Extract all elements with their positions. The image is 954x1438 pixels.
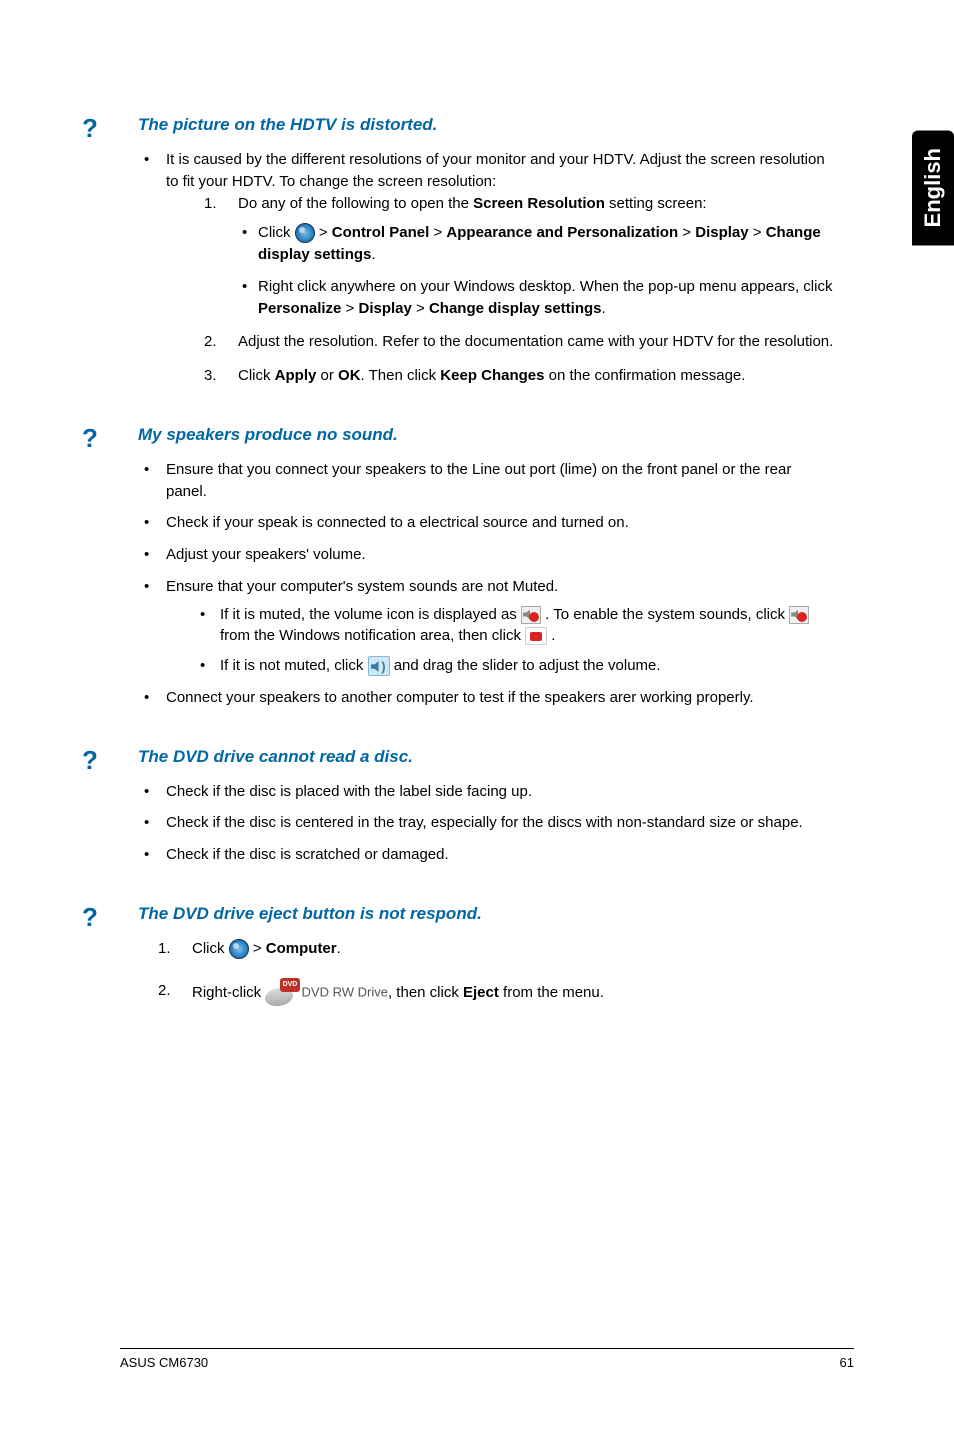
volume-icon — [368, 656, 390, 676]
text: > — [249, 940, 266, 957]
bold-text: Display — [358, 300, 411, 317]
bold-text: Personalize — [258, 300, 341, 317]
bold-text: Screen Resolution — [473, 195, 605, 212]
faq-heading: The picture on the HDTV is distorted. — [138, 115, 834, 135]
step-right-click-eject: Right-click DVD RW Drive, then click Eje… — [192, 980, 834, 1006]
sub-if-not-muted: If it is not muted, click and drag the s… — [220, 655, 834, 677]
dvd-drive-label: DVD RW Drive — [302, 984, 388, 999]
text: from the Windows notification area, then… — [220, 627, 525, 644]
text: > — [678, 224, 695, 241]
bold-text: Display — [695, 224, 748, 241]
text: or — [316, 367, 338, 384]
bold-text: Keep Changes — [440, 367, 544, 384]
bold-text: OK — [338, 367, 361, 384]
option-right-click-desktop: Right click anywhere on your Windows des… — [258, 276, 834, 320]
step-adjust-resolution: Adjust the resolution. Refer to the docu… — [238, 331, 834, 353]
bullet-label-up: Check if the disc is placed with the lab… — [166, 781, 834, 803]
text: Click — [192, 940, 229, 957]
bold-text: Control Panel — [332, 224, 430, 241]
faq-dvd-cannot-read: ? The DVD drive cannot read a disc. Chec… — [120, 747, 834, 866]
intro-text: It is caused by the different resolution… — [166, 151, 825, 190]
question-mark-icon: ? — [82, 113, 98, 144]
text: and drag the slider to adjust the volume… — [390, 657, 661, 674]
bullet-adjust-volume: Adjust your speakers' volume. — [166, 544, 834, 566]
text: on the confirmation message. — [545, 367, 746, 384]
dvd-drive-icon — [265, 980, 297, 1006]
bold-text: Apply — [275, 367, 317, 384]
text: Do any of the following to open the — [238, 195, 473, 212]
bullet-scratched: Check if the disc is scratched or damage… — [166, 844, 834, 866]
start-button-icon — [295, 223, 315, 243]
text: from the menu. — [499, 983, 604, 1000]
text: . — [337, 940, 341, 957]
language-tab: English — [912, 130, 954, 245]
text: > — [341, 300, 358, 317]
text: Right-click — [192, 983, 265, 1000]
text: . Then click — [361, 367, 441, 384]
bold-text: Eject — [463, 983, 499, 1000]
bullet-not-muted: Ensure that your computer's system sound… — [166, 576, 834, 677]
start-button-icon — [229, 939, 249, 959]
text: If it is muted, the volume icon is displ… — [220, 606, 521, 623]
text: > — [315, 224, 332, 241]
question-mark-icon: ? — [82, 423, 98, 454]
bullet-centered: Check if the disc is centered in the tra… — [166, 812, 834, 834]
step-open-screen-res: Do any of the following to open the Scre… — [238, 193, 834, 320]
text: setting screen: — [605, 195, 707, 212]
bold-text: Computer — [266, 940, 337, 957]
bullet-line-out: Ensure that you connect your speakers to… — [166, 459, 834, 503]
text: . — [602, 300, 606, 317]
text: . — [547, 627, 555, 644]
text: Right click anywhere on your Windows des… — [258, 278, 832, 295]
text: Click — [258, 224, 295, 241]
question-mark-icon: ? — [82, 902, 98, 933]
bold-text: Change display settings — [429, 300, 602, 317]
footer-product: ASUS CM6730 — [120, 1355, 208, 1370]
bold-text: Appearance and Personalization — [446, 224, 678, 241]
volume-muted-icon — [521, 606, 541, 624]
sub-if-muted: If it is muted, the volume icon is displ… — [220, 604, 834, 648]
faq-dvd-eject-not-respond: ? The DVD drive eject button is not resp… — [120, 904, 834, 1006]
volume-muted-icon — [789, 606, 809, 624]
text: If it is not muted, click — [220, 657, 368, 674]
faq-hdtv-distorted: ? The picture on the HDTV is distorted. … — [120, 115, 834, 387]
text: > — [749, 224, 766, 241]
faq-heading: My speakers produce no sound. — [138, 425, 834, 445]
text: Click — [238, 367, 275, 384]
text: > — [412, 300, 429, 317]
step-click-computer: Click > Computer. — [192, 938, 834, 960]
faq-intro: It is caused by the different resolution… — [166, 149, 834, 387]
footer-page-number: 61 — [840, 1355, 854, 1370]
text: > — [429, 224, 446, 241]
page-footer: ASUS CM6730 61 — [120, 1348, 854, 1370]
faq-heading: The DVD drive eject button is not respon… — [138, 904, 834, 924]
text: Ensure that your computer's system sound… — [166, 578, 558, 595]
bullet-electrical-source: Check if your speak is connected to a el… — [166, 512, 834, 534]
option-control-panel: Click > Control Panel > Appearance and P… — [258, 222, 834, 266]
question-mark-icon: ? — [82, 745, 98, 776]
text: . — [371, 246, 375, 263]
bullet-test-another-computer: Connect your speakers to another compute… — [166, 687, 834, 709]
faq-heading: The DVD drive cannot read a disc. — [138, 747, 834, 767]
text: , then click — [388, 983, 463, 1000]
faq-speakers-no-sound: ? My speakers produce no sound. Ensure t… — [120, 425, 834, 709]
page-content: ? The picture on the HDTV is distorted. … — [0, 0, 954, 1006]
text: . To enable the system sounds, click — [541, 606, 789, 623]
volume-enable-icon — [525, 627, 547, 645]
step-apply-ok: Click Apply or OK. Then click Keep Chang… — [238, 365, 834, 387]
